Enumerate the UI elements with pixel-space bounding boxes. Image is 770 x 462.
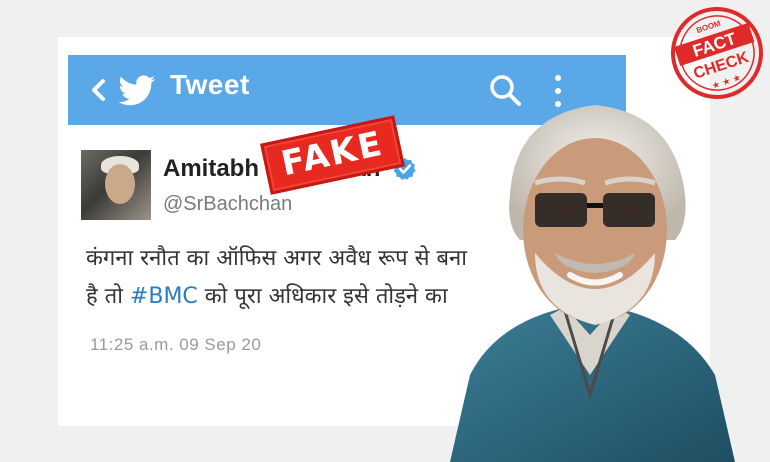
tweet-timestamp: 11:25 a.m. 09 Sep 20 [90, 335, 262, 354]
avatar[interactable] [81, 150, 151, 220]
back-arrow-icon[interactable] [86, 77, 112, 103]
avatar-face [105, 164, 135, 204]
hashtag-link[interactable]: #BMC [130, 284, 198, 309]
twitter-bird-icon [118, 75, 156, 106]
fact-check-badge: BOOM FACT CHECK ★ ★ ★ [671, 7, 763, 99]
person-photo [450, 105, 735, 462]
screen-title: Tweet [170, 69, 250, 100]
tweet-text-line-2-start: है तो [86, 284, 130, 309]
user-handle[interactable]: @SrBachchan [163, 193, 292, 216]
tweet-text-line-2-end: को पूरा अधिकार इसे तोड़ने का [197, 284, 448, 309]
